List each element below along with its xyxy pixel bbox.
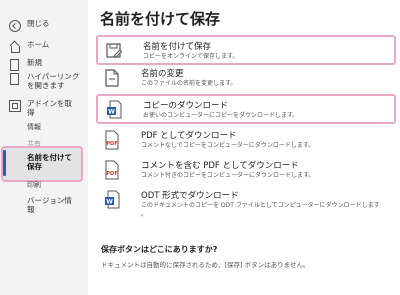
- sidebar-item-version[interactable]: バージョン情 報: [27, 196, 72, 214]
- save-as-icon: [106, 43, 122, 59]
- sidebar-item-print[interactable]: 印刷: [27, 180, 41, 190]
- option-desc: コメントなしでコピーをコンピューターにダウンロードします。: [141, 142, 315, 149]
- download-pdf-comments-option[interactable]: PDF コメントを含む PDF としてダウンロード コメント付きのコピーをコンピ…: [96, 156, 396, 186]
- pdf-icon: PDF: [105, 130, 119, 150]
- option-desc: コピーをオンラインで保存します。: [143, 53, 239, 60]
- page-title: 名前を付けて保存: [100, 10, 221, 28]
- active-indicator: [3, 150, 6, 176]
- option-desc: このドキュメントのコピーを ODT ファイルとしてコンピューターにダウンロードし…: [141, 200, 380, 218]
- addins-icon: [9, 100, 21, 112]
- hyperlink-line1: ハイパーリンク: [27, 72, 80, 81]
- sidebar-item-addins[interactable]: アドインを取 得: [0, 99, 88, 117]
- option-desc: コメント付きのコピーをコンピューターにダウンロードします。: [141, 172, 315, 179]
- download-odt-option[interactable]: W ODT 形式でダウンロード このドキュメントのコピーを ODT ファイルとし…: [96, 186, 396, 222]
- download-pdf-option[interactable]: PDF PDF としてダウンロード コメントなしでコピーをコンピューターにダウン…: [96, 126, 396, 156]
- option-desc: このファイルの名前を変更します。: [141, 80, 237, 87]
- new-document-icon: [10, 59, 19, 71]
- save-button-answer: ドキュメントは自動的に保存されるため、[保存] ボタンはありません。: [101, 261, 310, 269]
- option-desc-line1: このドキュメントのコピーを ODT ファイルとしてコンピューターにダウンロードし…: [141, 202, 380, 209]
- back-label: 閉じる: [27, 19, 50, 28]
- sidebar-item-home[interactable]: ホーム: [0, 40, 88, 53]
- sidebar-item-label: ハイパーリンク を開きます: [27, 72, 79, 90]
- sidebar-item-info[interactable]: 情報: [27, 122, 41, 132]
- sidebar-item-label: アドインを取 得: [27, 99, 72, 117]
- svg-text:PDF: PDF: [106, 141, 117, 147]
- option-desc-line2: 。: [141, 211, 148, 218]
- version-line1: バージョン情: [27, 196, 72, 205]
- sidebar-item-label: ホーム: [27, 40, 50, 49]
- svg-text:W: W: [108, 109, 115, 116]
- word-doc-icon: W: [107, 100, 122, 119]
- sidebar-item-label: 新規: [27, 58, 42, 67]
- svg-text:W: W: [106, 199, 113, 206]
- home-icon: [9, 41, 21, 53]
- sidebar-item-new[interactable]: 新規: [0, 58, 88, 71]
- hyperlink-line2: を開きます: [27, 81, 65, 90]
- svg-text:PDF: PDF: [106, 171, 117, 177]
- addin-line2: 得: [27, 108, 35, 117]
- document-icon: [10, 73, 19, 85]
- save-button-question: 保存ボタンはどこにありますか?: [101, 245, 218, 254]
- saveas-line1: 名前を付けて: [27, 153, 72, 162]
- back-button[interactable]: 閉じる: [0, 19, 88, 32]
- sidebar-item-label: 名前を付けて 保存: [27, 153, 72, 171]
- pdf-comments-icon: PDF: [105, 160, 119, 180]
- version-line2: 報: [27, 205, 35, 214]
- rename-icon: [105, 69, 119, 87]
- option-desc: お使いのコンピューターにコピーをダウンロードします。: [143, 112, 299, 119]
- saveas-line2: 保存: [27, 162, 42, 171]
- save-as-option[interactable]: 名前を付けて保存 コピーをオンラインで保存します。: [96, 35, 396, 65]
- download-copy-option[interactable]: W コピーのダウンロード お使いのコンピューターにコピーをダウンロードします。: [96, 94, 396, 124]
- addin-line1: アドインを取: [27, 99, 72, 108]
- back-arrow-icon: [9, 20, 21, 32]
- odt-icon: W: [105, 190, 120, 209]
- main-panel: 名前を付けて保存 名前を付けて保存 コピーをオンラインで保存します。 名前の変更…: [88, 0, 400, 295]
- sidebar-item-hyperlink[interactable]: ハイパーリンク を開きます: [0, 72, 88, 90]
- rename-option[interactable]: 名前の変更 このファイルの名前を変更します。: [96, 64, 396, 94]
